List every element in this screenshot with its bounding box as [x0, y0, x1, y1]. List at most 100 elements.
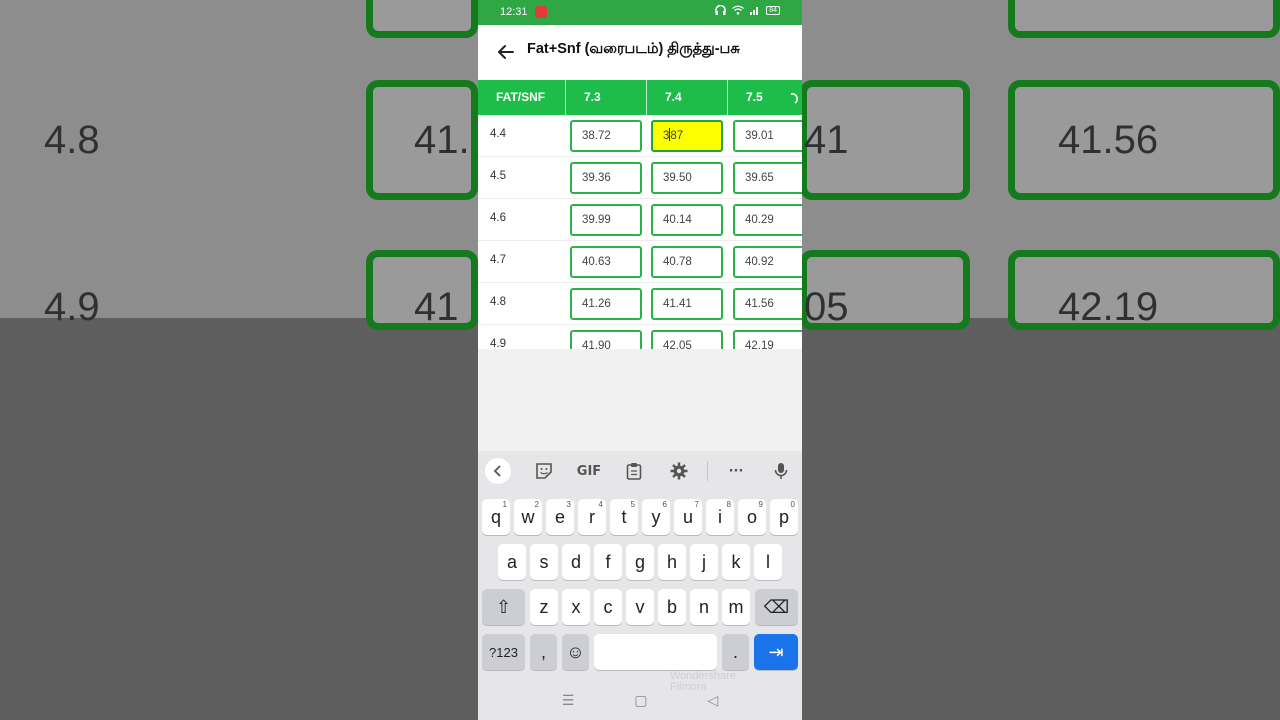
rate-input[interactable]: 39.50 — [651, 162, 723, 194]
key-hint: 4 — [598, 500, 603, 509]
signal-icon — [750, 7, 759, 15]
toolbar-divider — [707, 461, 708, 481]
key-letter: i — [718, 506, 722, 527]
rate-input[interactable]: 42.19 — [733, 330, 802, 349]
rate-input-active[interactable]: 387 — [651, 120, 723, 152]
key-v[interactable]: v — [626, 589, 654, 625]
key-t[interactable]: t5 — [610, 499, 638, 535]
rate-input[interactable]: 38.72 — [570, 120, 642, 152]
header-divider — [565, 80, 566, 115]
key-k[interactable]: k — [722, 544, 750, 580]
next-key[interactable]: ⇥ — [754, 634, 798, 670]
key-r[interactable]: r4 — [578, 499, 606, 535]
phone-screen: 12:31 84 Fat+Snf (வரைபடம்) திருத்து-பசு — [478, 0, 802, 720]
key-a[interactable]: a — [498, 544, 526, 580]
key-g[interactable]: g — [626, 544, 654, 580]
key-x[interactable]: x — [562, 589, 590, 625]
key-z[interactable]: z — [530, 589, 558, 625]
table-row: 4.4 38.72 387 39.01 — [478, 115, 802, 157]
space-key[interactable] — [594, 634, 717, 670]
table-row: 4.6 39.99 40.14 40.29 — [478, 199, 802, 241]
row-label: 4.9 — [490, 338, 506, 349]
clipboard-button[interactable] — [622, 459, 646, 483]
settings-button[interactable] — [667, 459, 691, 483]
soft-keyboard: GIF ··· q 1 w 2 e 3 r 4 t 5 y 6 u 7 i 8 … — [478, 451, 802, 720]
key-m[interactable]: m — [722, 589, 750, 625]
refresh-icon — [790, 93, 798, 104]
rate-input[interactable]: 40.14 — [651, 204, 723, 236]
background-value: 05 — [804, 285, 849, 329]
sticker-button[interactable] — [532, 459, 556, 483]
rate-input[interactable]: 39.99 — [570, 204, 642, 236]
gif-button[interactable]: GIF — [575, 459, 603, 483]
rate-input[interactable]: 39.65 — [733, 162, 802, 194]
key-q[interactable]: q1 — [482, 499, 510, 535]
status-bar: 12:31 84 — [478, 0, 802, 25]
rate-table[interactable]: FAT/SNF 7.3 7.4 7.5 4.4 38.72 387 39.01 … — [478, 80, 802, 349]
table-row: 4.8 41.26 41.41 41.56 — [478, 283, 802, 325]
emoji-key[interactable]: ☺ — [562, 634, 589, 670]
period-key[interactable]: . — [722, 634, 749, 670]
key-p[interactable]: p0 — [770, 499, 798, 535]
key-j[interactable]: j — [690, 544, 718, 580]
comma-key[interactable]: , — [530, 634, 557, 670]
shift-key[interactable]: ⇧ — [482, 589, 525, 625]
key-letter: r — [589, 506, 595, 527]
row-label: 4.4 — [490, 128, 506, 140]
table-header: FAT/SNF 7.3 7.4 7.5 — [478, 80, 802, 115]
background-value: 41.56 — [1058, 118, 1159, 162]
rate-input[interactable]: 41.26 — [570, 288, 642, 320]
key-i[interactable]: i8 — [706, 499, 734, 535]
recents-icon[interactable]: ☰ — [562, 693, 575, 709]
key-b[interactable]: b — [658, 589, 686, 625]
row-label: 4.5 — [490, 170, 506, 182]
key-y[interactable]: y6 — [642, 499, 670, 535]
background-value: 41. — [414, 118, 470, 162]
key-d[interactable]: d — [562, 544, 590, 580]
symbols-key[interactable]: ?123 — [482, 634, 525, 670]
key-hint: 1 — [502, 500, 507, 509]
key-u[interactable]: u7 — [674, 499, 702, 535]
key-n[interactable]: n — [690, 589, 718, 625]
background-value: 41 — [804, 118, 849, 162]
table-row: 4.9 41.90 42.05 42.19 — [478, 325, 802, 349]
key-letter: q — [490, 506, 501, 527]
rate-input[interactable]: 42.05 — [651, 330, 723, 349]
recording-icon — [535, 6, 547, 18]
backspace-key[interactable]: ⌫ — [755, 589, 798, 625]
key-s[interactable]: s — [530, 544, 558, 580]
rate-input[interactable]: 40.78 — [651, 246, 723, 278]
gear-icon — [670, 462, 688, 480]
rate-input[interactable]: 41.41 — [651, 288, 723, 320]
voice-input-button[interactable] — [769, 459, 793, 483]
home-icon[interactable]: ▢ — [634, 693, 647, 709]
status-icons: 84 — [715, 5, 780, 15]
rate-input[interactable]: 39.36 — [570, 162, 642, 194]
rate-input[interactable]: 41.90 — [570, 330, 642, 349]
key-o[interactable]: o9 — [738, 499, 766, 535]
key-e[interactable]: e3 — [546, 499, 574, 535]
nav-back-icon[interactable]: ◁ — [708, 693, 719, 709]
key-f[interactable]: f — [594, 544, 622, 580]
keyboard-toolbar: GIF ··· — [478, 451, 802, 491]
rate-input[interactable]: 39.01 — [733, 120, 802, 152]
microphone-icon — [774, 463, 788, 479]
rate-input[interactable]: 40.29 — [733, 204, 802, 236]
key-hint: 5 — [630, 500, 635, 509]
background-value: 42.19 — [1058, 285, 1159, 329]
key-c[interactable]: c — [594, 589, 622, 625]
back-arrow-icon[interactable] — [496, 42, 516, 62]
rate-input[interactable]: 40.92 — [733, 246, 802, 278]
key-letter: w — [521, 506, 535, 527]
key-w[interactable]: w2 — [514, 499, 542, 535]
collapse-toolbar-button[interactable] — [485, 458, 511, 484]
rate-input[interactable]: 41.56 — [733, 288, 802, 320]
more-options-button[interactable]: ··· — [724, 459, 748, 483]
rate-input[interactable]: 40.63 — [570, 246, 642, 278]
header-divider — [646, 80, 647, 115]
key-l[interactable]: l — [754, 544, 782, 580]
row-label: 4.8 — [490, 296, 506, 308]
status-time: 12:31 — [500, 6, 528, 18]
column-header: 7.5 — [746, 90, 763, 104]
key-h[interactable]: h — [658, 544, 686, 580]
